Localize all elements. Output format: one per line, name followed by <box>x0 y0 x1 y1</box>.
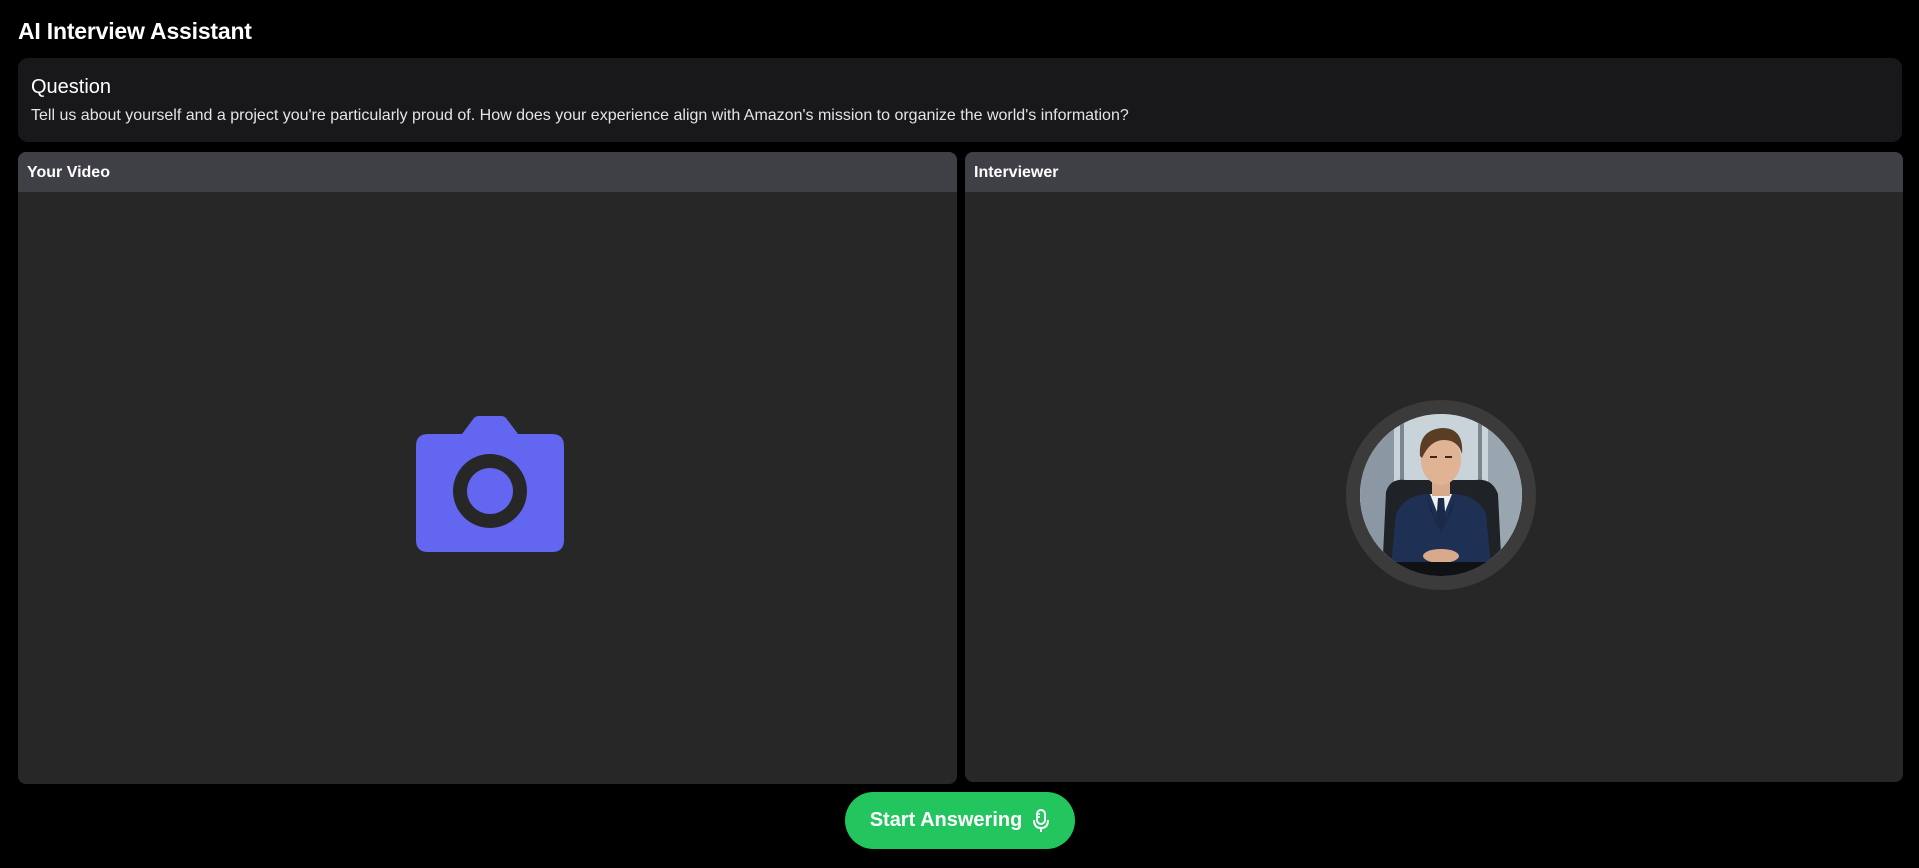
app-title: AI Interview Assistant <box>18 18 252 44</box>
microphone-icon <box>1033 808 1050 832</box>
question-heading: Question <box>31 76 112 98</box>
your-video-header: Your Video <box>18 152 957 192</box>
your-video-feed <box>18 192 957 784</box>
interviewer-panel: Interviewer <box>965 152 1903 782</box>
interviewer-feed <box>965 192 1903 782</box>
interviewer-avatar <box>1360 414 1522 576</box>
avatar-ring <box>1346 400 1536 590</box>
start-answering-label: Start Answering <box>869 809 1023 831</box>
start-answering-button[interactable]: Start Answering <box>845 792 1075 849</box>
your-video-panel: Your Video <box>18 152 957 784</box>
camera-icon <box>416 416 564 552</box>
interviewer-header: Interviewer <box>965 152 1903 192</box>
question-card: Question Tell us about yourself and a pr… <box>18 58 1902 142</box>
question-text: Tell us about yourself and a project you… <box>31 107 1129 124</box>
